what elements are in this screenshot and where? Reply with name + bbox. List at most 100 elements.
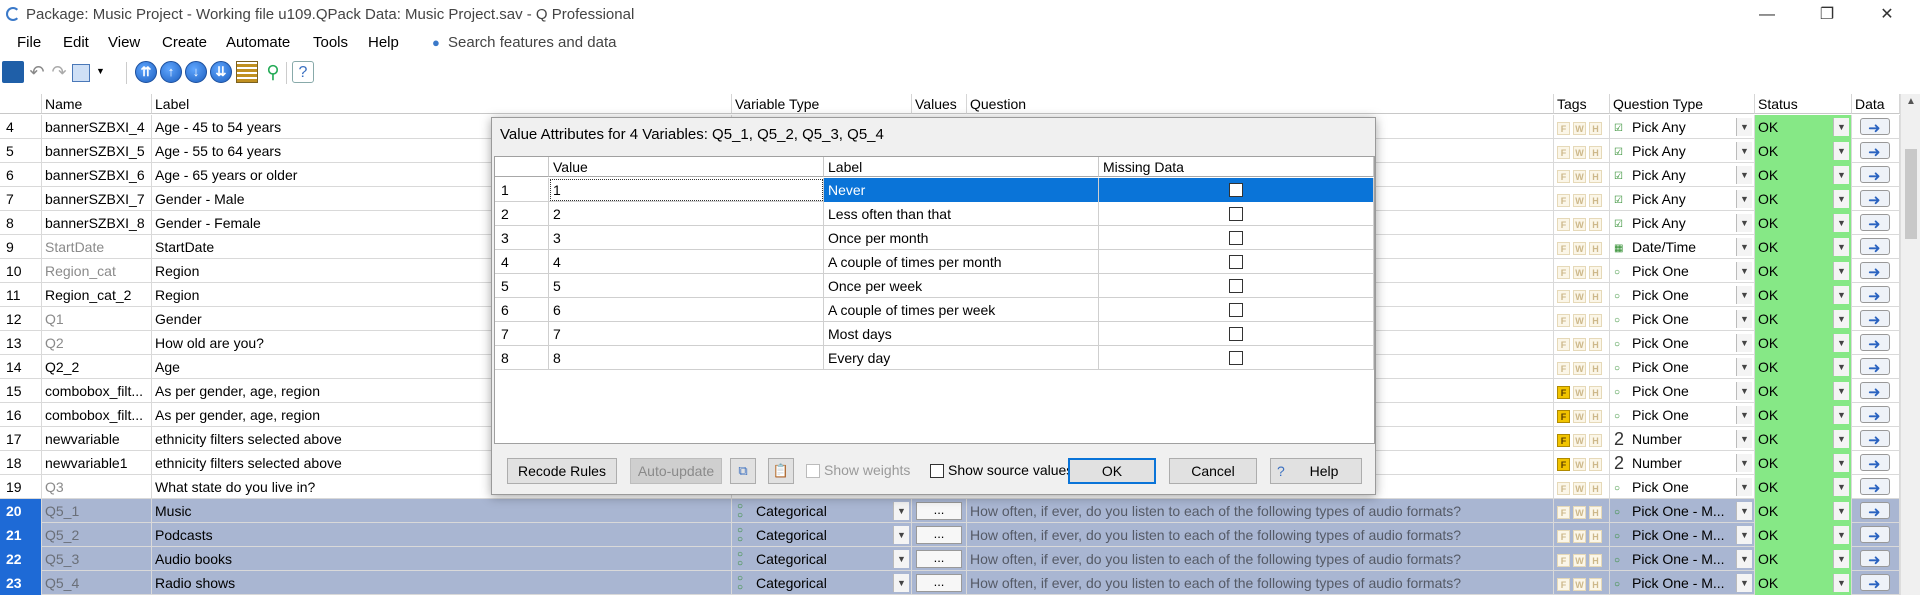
- tag-h-icon[interactable]: H: [1589, 337, 1602, 351]
- move-bottom-icon[interactable]: ⇊: [210, 61, 232, 83]
- row-number[interactable]: 12: [0, 307, 42, 331]
- menu-automate[interactable]: Automate: [226, 34, 290, 51]
- values-button[interactable]: ...: [916, 502, 962, 520]
- tag-h-icon[interactable]: H: [1589, 145, 1602, 159]
- chevron-down-icon[interactable]: ▼: [1833, 430, 1849, 448]
- header-question-type[interactable]: Question Type: [1610, 94, 1755, 114]
- status-cell[interactable]: OK ▼: [1755, 403, 1852, 427]
- chevron-down-icon[interactable]: ▼: [1833, 526, 1849, 544]
- tag-h-icon[interactable]: H: [1589, 241, 1602, 255]
- question-type-cell[interactable]: ○ Pick One ▼: [1610, 307, 1755, 331]
- chevron-down-icon[interactable]: ▼: [1833, 406, 1849, 424]
- magnify-icon[interactable]: ⚲: [262, 61, 284, 83]
- chevron-down-icon[interactable]: ▼: [1736, 286, 1752, 304]
- tag-f-icon[interactable]: F: [1557, 457, 1570, 471]
- view-data-arrow-icon[interactable]: [1860, 309, 1890, 331]
- tag-f-icon[interactable]: F: [1557, 145, 1570, 159]
- chevron-down-icon[interactable]: ▼: [1736, 430, 1752, 448]
- missing-data-checkbox[interactable]: [1229, 303, 1243, 317]
- copy-icon[interactable]: [72, 64, 90, 82]
- variable-name[interactable]: bannerSZBXI_7: [42, 187, 152, 211]
- tag-f-icon[interactable]: F: [1557, 409, 1570, 423]
- value-row[interactable]: 1 1 Never: [495, 178, 1374, 202]
- show-source-values-checkbox[interactable]: [930, 464, 944, 478]
- chevron-down-icon[interactable]: ▼: [893, 502, 909, 520]
- missing-data-cell[interactable]: [1099, 178, 1374, 202]
- variable-name[interactable]: Region_cat_2: [42, 283, 152, 307]
- help-icon[interactable]: ?: [292, 61, 314, 83]
- chevron-down-icon[interactable]: ▼: [1833, 550, 1849, 568]
- question-type-cell[interactable]: ☑ Pick Any ▼: [1610, 163, 1755, 187]
- value-label-cell[interactable]: A couple of times per month: [824, 250, 1099, 274]
- tag-w-icon[interactable]: W: [1573, 289, 1586, 303]
- value-row-number[interactable]: 2: [495, 202, 549, 226]
- tag-h-icon[interactable]: H: [1589, 265, 1602, 279]
- save-icon[interactable]: [2, 61, 24, 83]
- tag-h-icon[interactable]: H: [1589, 505, 1602, 519]
- view-data-arrow-icon[interactable]: [1860, 117, 1890, 139]
- row-number[interactable]: 9: [0, 235, 42, 259]
- tag-f-icon[interactable]: F: [1557, 481, 1570, 495]
- variable-name[interactable]: bannerSZBXI_8: [42, 211, 152, 235]
- tag-w-icon[interactable]: W: [1573, 553, 1586, 567]
- question-type-cell[interactable]: ☑ Pick Any ▼: [1610, 139, 1755, 163]
- tag-h-icon[interactable]: H: [1589, 553, 1602, 567]
- value-label-cell[interactable]: Once per month: [824, 226, 1099, 250]
- values-cell[interactable]: ...: [912, 523, 967, 547]
- value-row[interactable]: 8 8 Every day: [495, 346, 1374, 370]
- chevron-down-icon[interactable]: ▼: [1736, 214, 1752, 232]
- menu-tools[interactable]: Tools: [313, 34, 348, 51]
- tags-cell[interactable]: FWH: [1554, 187, 1610, 211]
- chevron-down-icon[interactable]: ▼: [1736, 238, 1752, 256]
- status-cell[interactable]: OK ▼: [1755, 163, 1852, 187]
- chevron-down-icon[interactable]: ▼: [1833, 190, 1849, 208]
- scroll-thumb[interactable]: [1905, 149, 1917, 239]
- view-data-arrow-icon[interactable]: [1860, 261, 1890, 283]
- value-cell[interactable]: 8: [549, 346, 824, 370]
- tags-cell[interactable]: FWH: [1554, 451, 1610, 475]
- status-cell[interactable]: OK ▼: [1755, 379, 1852, 403]
- status-cell[interactable]: OK ▼: [1755, 211, 1852, 235]
- value-cell[interactable]: 1: [549, 178, 824, 202]
- row-number[interactable]: 8: [0, 211, 42, 235]
- variable-label[interactable]: Music: [152, 499, 732, 523]
- variable-type-cell[interactable]: ○ ○ Categorical ▼: [732, 571, 912, 595]
- tags-cell[interactable]: FWH: [1554, 331, 1610, 355]
- variable-label[interactable]: Audio books: [152, 547, 732, 571]
- view-data-arrow-icon[interactable]: [1860, 165, 1890, 187]
- tag-f-icon[interactable]: F: [1557, 577, 1570, 591]
- missing-data-checkbox[interactable]: [1229, 255, 1243, 269]
- tags-cell[interactable]: FWH: [1554, 403, 1610, 427]
- undo-icon[interactable]: ↶: [26, 61, 48, 83]
- tag-h-icon[interactable]: H: [1589, 361, 1602, 375]
- tag-f-icon[interactable]: F: [1557, 241, 1570, 255]
- value-row-number[interactable]: 3: [495, 226, 549, 250]
- value-row[interactable]: 2 2 Less often than that: [495, 202, 1374, 226]
- chevron-down-icon[interactable]: ▼: [1736, 502, 1752, 520]
- search-features[interactable]: ● Search features and data: [432, 34, 616, 51]
- tags-cell[interactable]: FWH: [1554, 163, 1610, 187]
- tags-cell[interactable]: FWH: [1554, 115, 1610, 139]
- variable-name[interactable]: Q5_1: [42, 499, 152, 523]
- view-data-arrow-icon[interactable]: [1860, 405, 1890, 427]
- chevron-down-icon[interactable]: ▼: [1833, 118, 1849, 136]
- tag-f-icon[interactable]: F: [1557, 169, 1570, 183]
- tag-w-icon[interactable]: W: [1573, 145, 1586, 159]
- tag-f-icon[interactable]: F: [1557, 553, 1570, 567]
- variable-type-cell[interactable]: ○ ○ Categorical ▼: [732, 523, 912, 547]
- tags-cell[interactable]: FWH: [1554, 523, 1610, 547]
- paste-values-icon[interactable]: 📋: [768, 458, 794, 484]
- missing-data-checkbox[interactable]: [1229, 327, 1243, 341]
- menu-edit[interactable]: Edit: [63, 34, 89, 51]
- tag-w-icon[interactable]: W: [1573, 361, 1586, 375]
- value-row[interactable]: 66A couple of times per week: [495, 298, 1374, 322]
- variable-name[interactable]: combobox_filt...: [42, 403, 152, 427]
- chevron-down-icon[interactable]: ▼: [1736, 166, 1752, 184]
- row-number[interactable]: 18: [0, 451, 42, 475]
- chevron-down-icon[interactable]: ▼: [1736, 118, 1752, 136]
- chevron-down-icon[interactable]: ▼: [1736, 262, 1752, 280]
- tag-h-icon[interactable]: H: [1589, 217, 1602, 231]
- view-data-arrow-icon[interactable]: [1860, 381, 1890, 403]
- auto-update-button[interactable]: Auto-update: [630, 458, 722, 484]
- tag-w-icon[interactable]: W: [1573, 409, 1586, 423]
